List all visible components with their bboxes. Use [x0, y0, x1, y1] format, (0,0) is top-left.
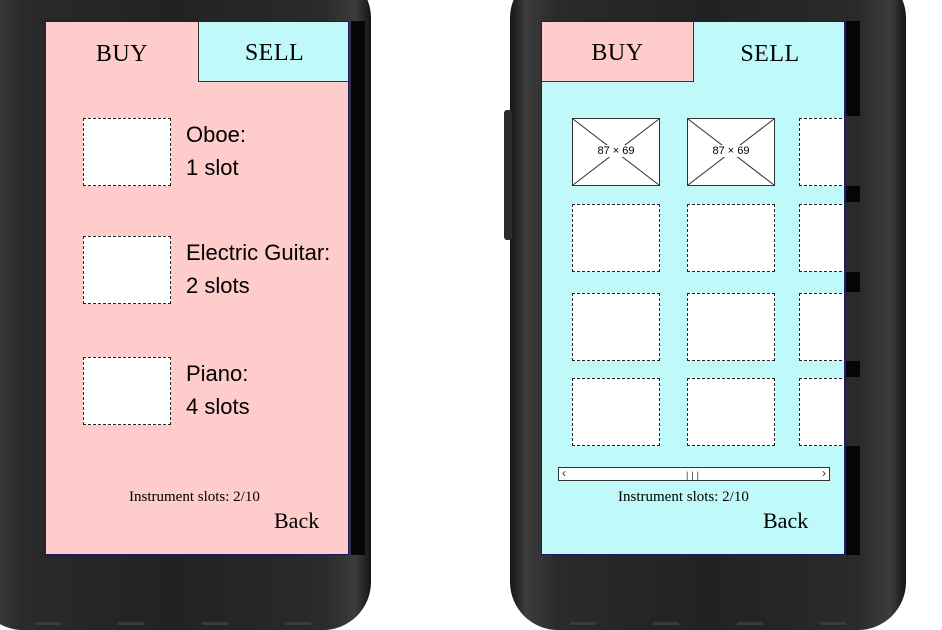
- tab-buy-label: BUY: [95, 40, 149, 67]
- tab-buy[interactable]: BUY: [46, 22, 198, 82]
- screen-edge: [846, 361, 860, 377]
- empty-slot[interactable]: [572, 293, 660, 361]
- horizontal-scrollbar[interactable]: ‹ ||| ›: [558, 466, 830, 481]
- screen-edge: [351, 21, 365, 555]
- instrument-slots-status: Instrument slots: 2/10: [618, 489, 749, 505]
- placeholder-size-label: 87 × 69: [595, 145, 637, 157]
- item-text-electric-guitar: Electric Guitar: 2 slots: [186, 236, 330, 302]
- empty-slot[interactable]: [799, 204, 844, 272]
- owned-instrument-image[interactable]: 87 × 69: [687, 118, 775, 186]
- chevron-right-icon[interactable]: ›: [822, 466, 826, 480]
- item-image-electric-guitar[interactable]: [83, 236, 171, 304]
- screen-edge: [846, 446, 860, 555]
- item-name: Electric Guitar:: [186, 240, 331, 265]
- back-button[interactable]: Back: [274, 508, 319, 534]
- chevron-left-icon[interactable]: ‹: [562, 466, 566, 480]
- tab-buy[interactable]: BUY: [542, 22, 694, 82]
- empty-slot[interactable]: [687, 293, 775, 361]
- item-name: Oboe:: [186, 122, 246, 147]
- empty-slot[interactable]: [799, 293, 844, 361]
- buy-screen: BUY SELL Oboe: 1 slot Electric Guitar: 2…: [45, 21, 349, 555]
- placeholder-size-label: 87 × 69: [710, 145, 752, 157]
- item-image-piano[interactable]: [83, 357, 171, 425]
- screen-edge: [846, 186, 860, 202]
- empty-slot[interactable]: [572, 378, 660, 446]
- empty-slot[interactable]: [572, 204, 660, 272]
- empty-slot[interactable]: [687, 204, 775, 272]
- tab-sell[interactable]: SELL: [694, 22, 844, 82]
- sell-screen: BUY SELL 87 × 69 87 × 69 ‹ ||| › Instrum…: [541, 21, 845, 555]
- grip-icon[interactable]: |||: [686, 470, 702, 480]
- item-text-oboe: Oboe: 1 slot: [186, 118, 246, 184]
- owned-instrument-image[interactable]: 87 × 69: [572, 118, 660, 186]
- tab-buy-label: BUY: [591, 40, 644, 66]
- empty-slot[interactable]: [687, 378, 775, 446]
- back-button[interactable]: Back: [763, 508, 808, 534]
- phone-nav-icons: [35, 616, 311, 630]
- item-slots: 4 slots: [186, 394, 250, 419]
- tab-sell[interactable]: SELL: [198, 22, 348, 82]
- empty-slot[interactable]: [799, 118, 844, 186]
- tab-sell-label: SELL: [244, 40, 305, 66]
- item-slots: 2 slots: [186, 273, 250, 298]
- item-slots: 1 slot: [186, 155, 239, 180]
- item-image-oboe[interactable]: [83, 118, 171, 186]
- phone-nav-icons: [570, 616, 846, 630]
- instrument-slots-status: Instrument slots: 2/10: [129, 489, 260, 505]
- item-text-piano: Piano: 4 slots: [186, 357, 250, 423]
- side-button: [504, 110, 512, 240]
- item-name: Piano:: [186, 361, 249, 386]
- tab-sell-label: SELL: [740, 40, 800, 67]
- screen-edge: [846, 272, 860, 292]
- screen-edge: [846, 21, 860, 116]
- empty-slot[interactable]: [799, 378, 844, 446]
